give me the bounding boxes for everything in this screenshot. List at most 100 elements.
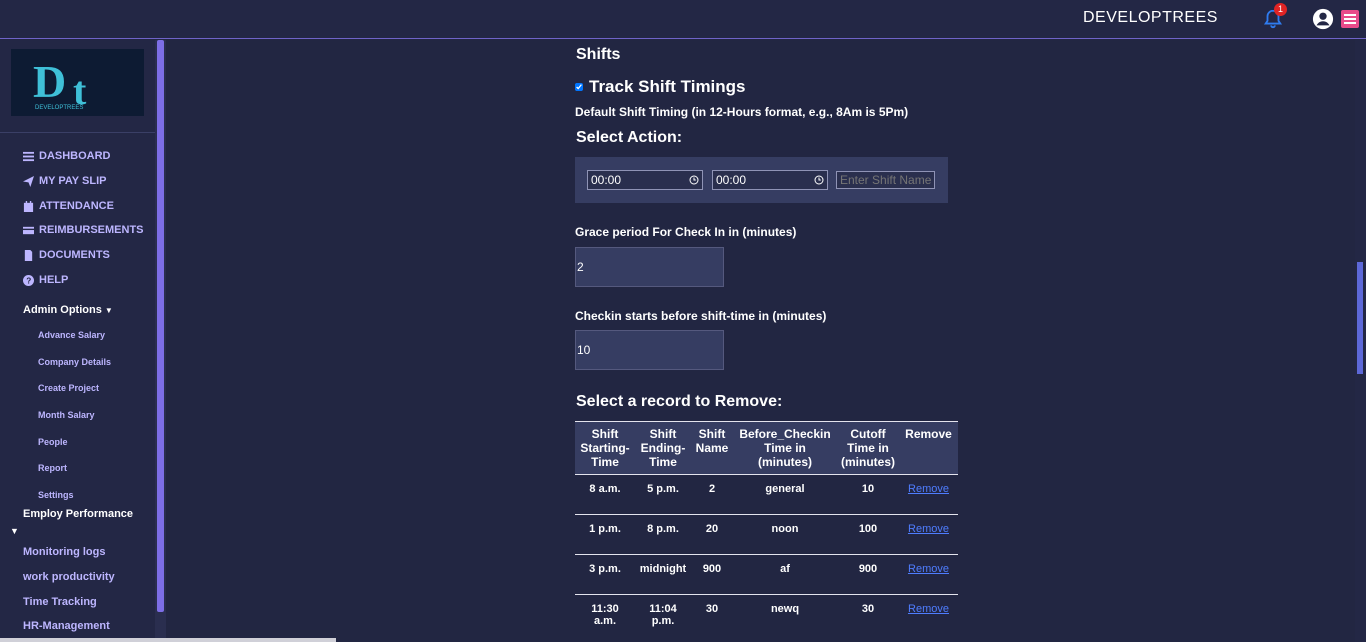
table-row: 11:30 a.m. 11:04 p.m. 30 newq 30 Remove [575,594,958,635]
calendar-icon [23,200,34,212]
notification-badge: 1 [1274,3,1287,16]
brand-name: DEVELOPTREES [1083,9,1218,26]
employ-performance-toggle[interactable]: Employ Performance [23,508,133,520]
cell-end: 11:04 p.m. [635,594,691,635]
user-avatar-icon[interactable] [1312,8,1334,30]
link-hr-management[interactable]: HR-Management [23,620,110,632]
end-time-value: 00:00 [716,173,747,187]
cell-remove: Remove [899,474,958,515]
cell-remove: Remove [899,514,958,555]
cell-before-checkin: noon [733,514,837,555]
nav-label: DOCUMENTS [39,249,110,261]
bars-icon [23,151,34,161]
remove-link[interactable]: Remove [908,603,949,615]
cell-end: 5 p.m. [635,474,691,515]
remove-record-heading: Select a record to Remove: [576,393,783,410]
cell-start: 11:30 a.m. [575,594,635,635]
caret-down-icon: ▼ [10,526,19,536]
cell-before-checkin: general [733,474,837,515]
svg-text:DEVELOPTREES: DEVELOPTREES [35,105,83,111]
admin-item-month-salary[interactable]: Month Salary [38,410,95,420]
svg-text:?: ? [26,276,31,285]
track-shift-label: Track Shift Timings [589,77,746,96]
cell-before-checkin: newq [733,594,837,635]
cell-start: 3 p.m. [575,554,635,595]
shifts-heading: Shifts [576,46,621,63]
grace-period-label: Grace period For Check In in (minutes) [575,225,797,239]
hamburger-menu-icon[interactable] [1341,10,1359,28]
cell-name: 20 [691,514,733,555]
cell-end: midnight [635,554,691,595]
link-work-productivity[interactable]: work productivity [23,571,115,583]
nav-attendance[interactable]: ATTENDANCE [23,200,114,212]
cell-start: 8 a.m. [575,474,635,515]
track-shift-checkbox[interactable] [575,83,583,91]
table-row: 1 p.m. 8 p.m. 20 noon 100 Remove [575,514,958,555]
admin-item-advance-salary[interactable]: Advance Salary [38,330,105,340]
nav-help[interactable]: ? HELP [23,274,68,286]
admin-item-report[interactable]: Report [38,463,67,473]
admin-item-create-project[interactable]: Create Project [38,383,99,393]
col-header-cutoff: Cutoff Time in (minutes) [837,421,899,475]
company-logo[interactable]: D t DEVELOPTREES [11,49,144,116]
top-bar: DEVELOPTREES 1 [0,0,1366,39]
remove-link[interactable]: Remove [908,563,949,575]
sidebar-divider [0,132,155,133]
nav-label: REIMBURSEMENTS [39,224,144,236]
cell-cutoff: 30 [837,594,899,635]
col-header-end: Shift Ending-Time [635,421,691,475]
cell-end: 8 p.m. [635,514,691,555]
cell-cutoff: 100 [837,514,899,555]
col-header-name: Shift Name [691,421,733,475]
end-time-input[interactable]: 00:00 [712,170,828,190]
col-header-remove: Remove [899,421,958,475]
sidebar-scrollbar-thumb[interactable] [157,40,164,612]
col-header-start: Shift Starting-Time [575,421,635,475]
admin-item-people[interactable]: People [38,437,68,447]
grace-period-input[interactable] [575,247,724,287]
start-time-value: 00:00 [591,173,622,187]
send-icon [23,175,34,187]
clock-icon[interactable] [814,175,824,185]
main-scrollbar-thumb[interactable] [1357,262,1363,374]
remove-link[interactable]: Remove [908,483,949,495]
caret-down-icon: ▼ [104,306,113,315]
col-header-before-checkin: Before_Checkin Time in (minutes) [733,421,837,475]
cell-name: 2 [691,474,733,515]
nav-reimbursements[interactable]: REIMBURSEMENTS [23,224,144,236]
cell-before-checkin: af [733,554,837,595]
admin-item-company-details[interactable]: Company Details [38,357,111,367]
question-icon: ? [23,274,34,286]
nav-my-pay-slip[interactable]: MY PAY SLIP [23,175,106,187]
shift-name-input[interactable] [836,171,935,189]
checkin-before-input[interactable] [575,330,724,370]
cell-name: 30 [691,594,733,635]
nav-label: ATTENDANCE [39,200,114,212]
cell-start: 1 p.m. [575,514,635,555]
start-time-input[interactable]: 00:00 [587,170,703,190]
svg-text:D: D [33,56,66,107]
table-header-row: Shift Starting-Time Shift Ending-Time Sh… [575,421,958,475]
card-icon [23,226,34,234]
admin-options-toggle[interactable]: Admin Options ▼ [23,304,113,316]
admin-item-settings[interactable]: Settings [38,490,74,500]
select-action-heading: Select Action: [576,129,683,146]
clock-icon[interactable] [689,175,699,185]
horizontal-scrollbar[interactable] [0,638,336,642]
nav-dashboard[interactable]: DASHBOARD [23,150,111,162]
default-timing-note: Default Shift Timing (in 12-Hours format… [575,105,909,119]
table-row: 8 a.m. 5 p.m. 2 general 10 Remove [575,474,958,515]
admin-options-label: Admin Options [23,304,102,316]
cell-name: 900 [691,554,733,595]
nav-label: HELP [39,274,69,286]
cell-remove: Remove [899,594,958,635]
shift-records-table: Shift Starting-Time Shift Ending-Time Sh… [575,421,958,635]
developtrees-logo-icon: D t DEVELOPTREES [33,56,87,113]
remove-link[interactable]: Remove [908,523,949,535]
link-monitoring-logs[interactable]: Monitoring logs [23,546,105,558]
nav-label: DASHBOARD [39,150,111,162]
nav-documents[interactable]: DOCUMENTS [23,249,110,261]
cell-cutoff: 10 [837,474,899,515]
track-shift-row: Track Shift Timings [575,77,746,97]
link-time-tracking[interactable]: Time Tracking [23,596,97,608]
